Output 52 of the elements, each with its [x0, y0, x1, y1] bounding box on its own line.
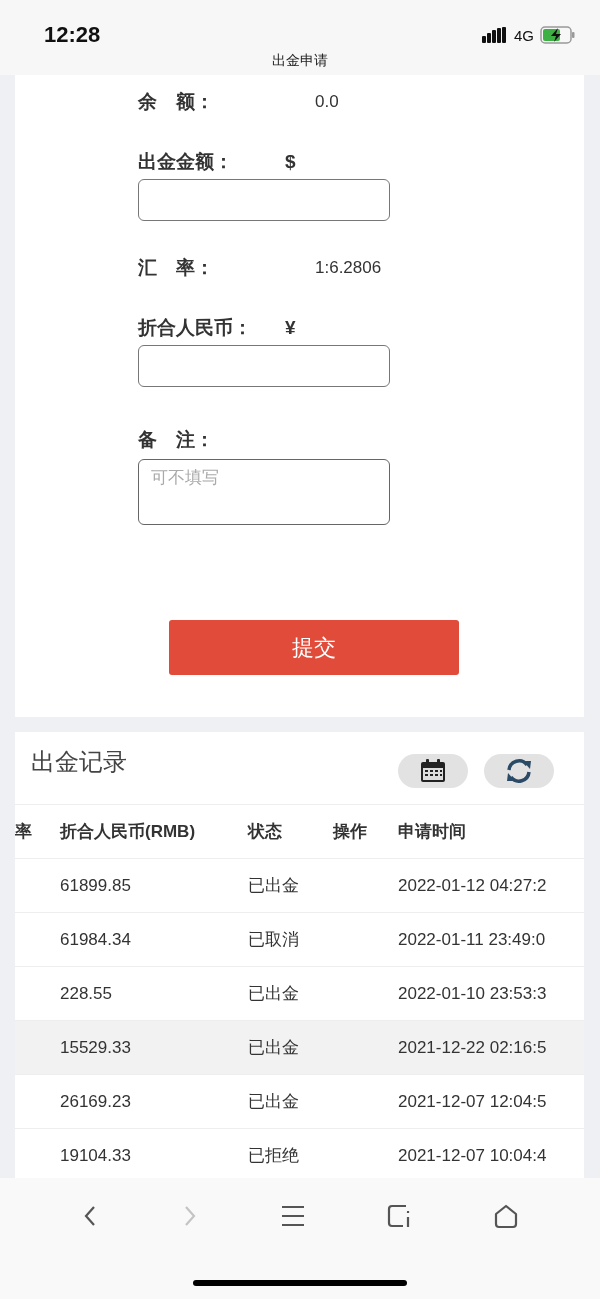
- table-cell-text: 228.55: [60, 983, 113, 1004]
- column-header: 折合人民币(RMB): [60, 821, 197, 843]
- column-header: 操作: [333, 821, 368, 843]
- calendar-button[interactable]: [398, 754, 468, 788]
- table-cell-text: 61899.85: [60, 875, 132, 896]
- submit-button[interactable]: 提交: [169, 620, 459, 675]
- column-header: 率: [15, 821, 33, 843]
- home-icon[interactable]: [492, 1202, 520, 1230]
- battery-charging-icon: [540, 26, 576, 44]
- table-cell-text: 2021-12-07 10:04:4: [398, 1145, 548, 1166]
- currency-symbol: ¥: [285, 317, 296, 339]
- input-field[interactable]: [138, 345, 390, 387]
- table-cell-text: 已拒绝: [248, 1145, 300, 1167]
- refresh-icon: [505, 758, 533, 784]
- rate-value: 1:6.2806: [315, 258, 382, 278]
- table-cell-text: 19104.33: [60, 1145, 132, 1166]
- tabs-icon[interactable]: [386, 1202, 412, 1230]
- network-label: 4G: [514, 26, 534, 44]
- page-title: 出金申请: [271, 52, 329, 70]
- calendar-icon: [420, 759, 446, 783]
- table-cell-text: 已出金: [248, 1091, 300, 1113]
- table-cell-text: 已取消: [248, 929, 300, 951]
- table-row[interactable]: 61984.34 已取消 2022-01-11 23:49:0: [15, 913, 584, 967]
- column-header: 状态: [248, 821, 283, 843]
- table-row[interactable]: 15529.33 已出金 2021-12-22 02:16:5: [15, 1021, 584, 1075]
- table-cell-text: 61984.34: [60, 929, 132, 950]
- table-cell-text: 2021-12-07 12:04:5: [398, 1091, 548, 1112]
- table-cell-text: 2021-12-22 02:16:5: [398, 1037, 548, 1058]
- field-label: 汇 率：: [138, 256, 215, 280]
- table-row[interactable]: 61899.85 已出金 2022-01-12 04:27:2: [15, 859, 584, 913]
- field-label: 备 注：: [138, 428, 215, 452]
- field-label: 出金金额：: [138, 150, 234, 174]
- balance-value: 0.0: [315, 92, 339, 112]
- table-cell-text: 2022-01-10 23:53:3: [398, 983, 548, 1004]
- input-field[interactable]: [138, 179, 390, 221]
- note-field[interactable]: 可不填写: [138, 459, 390, 525]
- table-cell-text: 已出金: [248, 983, 300, 1005]
- currency-symbol: $: [285, 151, 296, 173]
- signal-icon: [482, 27, 508, 43]
- table-cell-text: 26169.23: [60, 1091, 132, 1112]
- field-label: 余 额：: [138, 90, 215, 114]
- table-cell-text: 2022-01-12 04:27:2: [398, 875, 548, 896]
- section-title: 出金记录: [31, 747, 128, 777]
- refresh-button[interactable]: [484, 754, 554, 788]
- table-cell-text: 已出金: [248, 1037, 300, 1059]
- field-label: 折合人民币：: [138, 316, 253, 340]
- table-cell-text: 15529.33: [60, 1037, 132, 1058]
- table-cell-text: 2022-01-11 23:49:0: [398, 929, 547, 950]
- column-header: 申请时间: [398, 821, 467, 843]
- table-row[interactable]: 26169.23 已出金 2021-12-07 12:04:5: [15, 1075, 584, 1129]
- table-cell-text: 已出金: [248, 875, 300, 897]
- clock-time: 12:28: [44, 22, 101, 48]
